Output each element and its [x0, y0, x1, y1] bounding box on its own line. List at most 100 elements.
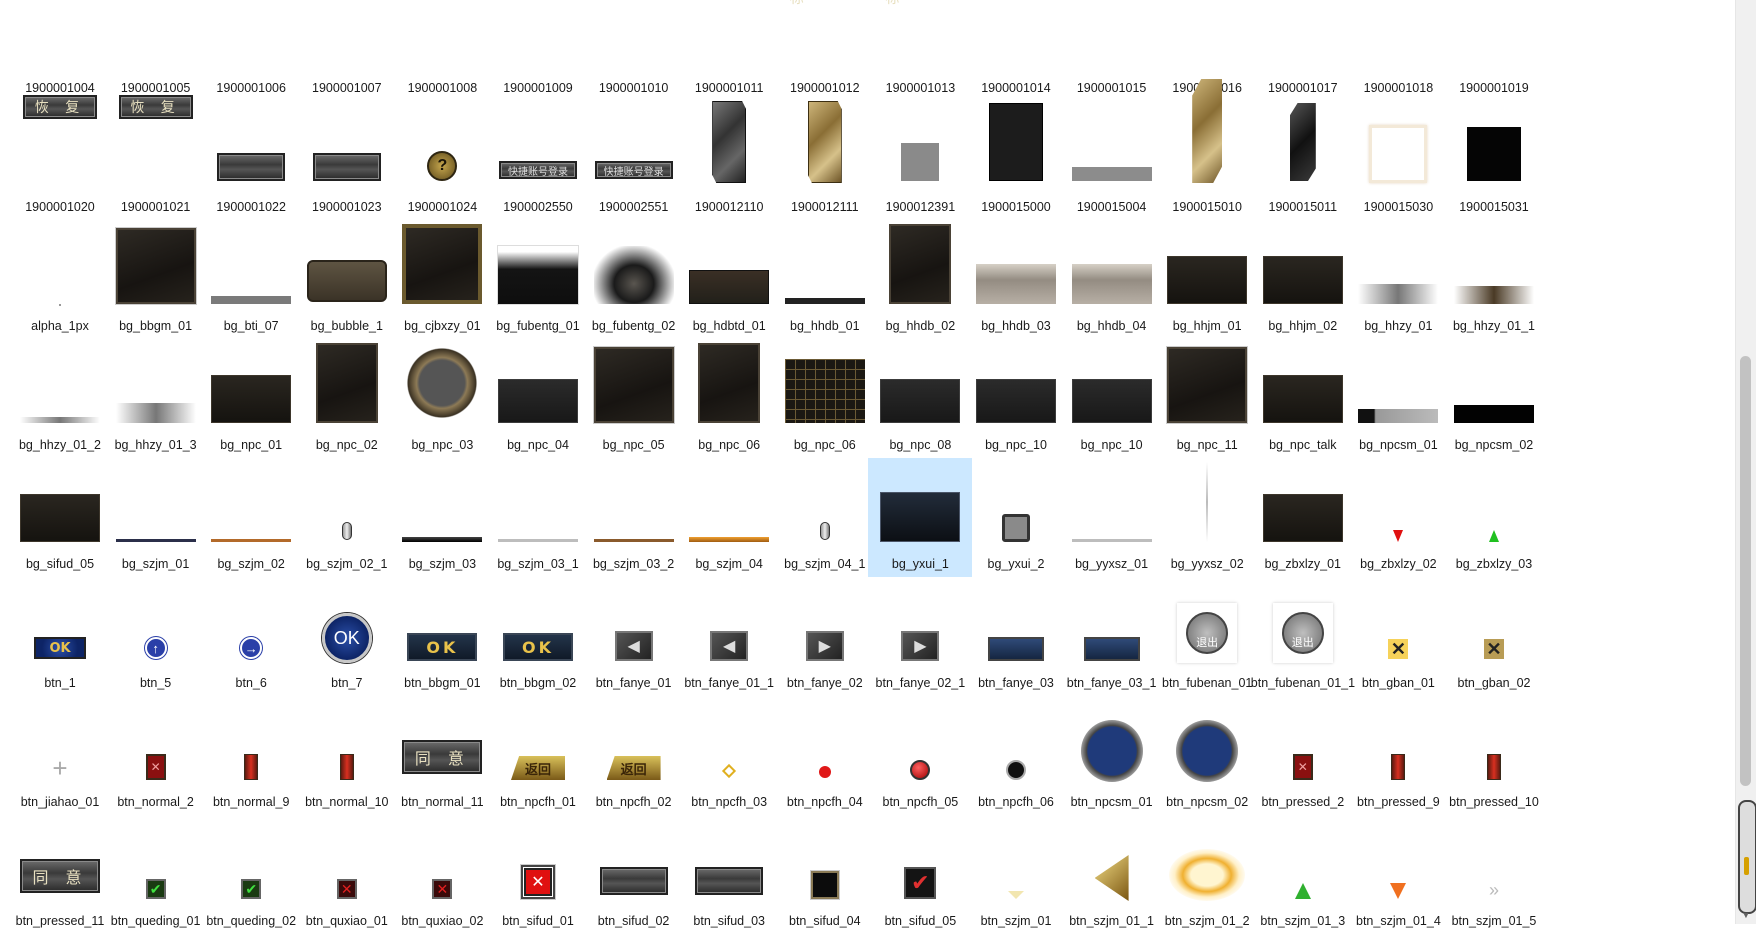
file-tile[interactable]: 不同意1900001008 — [390, 0, 494, 101]
file-tile[interactable]: OK btn_7 — [295, 577, 399, 696]
file-tile[interactable]: bg_bbgm_01 — [104, 220, 208, 339]
file-tile[interactable]: btn_npcfh_05 — [868, 696, 972, 815]
file-tile[interactable]: bg_npc_10 — [964, 339, 1068, 458]
file-tile[interactable]: ✔ btn_queding_02 — [199, 815, 303, 934]
file-tile[interactable]: bg_npc_10 — [1060, 339, 1164, 458]
file-tile[interactable]: ✔ btn_queding_01 — [104, 815, 208, 934]
file-tile[interactable]: ✕ btn_pressed_2 — [1251, 696, 1355, 815]
file-tile[interactable]: bg_npc_08 — [868, 339, 972, 458]
file-tile[interactable]: btn_sifud_04 — [773, 815, 877, 934]
file-tile[interactable]: bg_bti_07 — [199, 220, 303, 339]
file-tile[interactable]: btn_pressed_9 — [1346, 696, 1450, 815]
file-tile[interactable]: 1900015011 — [1251, 101, 1355, 220]
file-tile[interactable]: btn_npcfh_04 — [773, 696, 877, 815]
file-tile[interactable]: btn_szjm_01_4 — [1346, 815, 1450, 934]
file-tile[interactable]: bg_npc_11 — [1155, 339, 1259, 458]
file-tile[interactable]: bg_hhdb_03 — [964, 220, 1068, 339]
file-tile[interactable]: btn_sifud_02 — [582, 815, 686, 934]
file-tile[interactable]: → btn_6 — [199, 577, 303, 696]
file-tile[interactable]: 取 消1900001019 — [1442, 0, 1546, 101]
file-tile[interactable]: ? 1900001024 — [390, 101, 494, 220]
file-tile[interactable]: OK btn_bbgm_01 — [390, 577, 494, 696]
file-tile[interactable]: ✔ btn_sifud_05 — [868, 815, 972, 934]
file-tile[interactable]: bg_szjm_01 — [104, 458, 208, 577]
file-tile[interactable]: bg_npc_02 — [295, 339, 399, 458]
file-tile[interactable]: btn_normal_10 — [295, 696, 399, 815]
file-tile[interactable]: 提 交1900001014 — [964, 0, 1068, 101]
file-tile[interactable]: bg_hhzy_01_1 — [1442, 220, 1546, 339]
file-tile[interactable]: 1900001023 — [295, 101, 399, 220]
file-tile[interactable]: 返回 btn_npcfh_02 — [582, 696, 686, 815]
file-tile[interactable]: btn_sifud_03 — [677, 815, 781, 934]
file-tile[interactable]: btn_npcsm_02 — [1155, 696, 1259, 815]
file-tile[interactable]: OK btn_1 — [8, 577, 112, 696]
file-tile[interactable]: 取 消1900001018 — [1346, 0, 1450, 101]
file-tile[interactable]: bg_npcsm_01 — [1346, 339, 1450, 458]
file-tile[interactable]: 1900012110 — [677, 101, 781, 220]
file-tile[interactable]: bg_hhjm_02 — [1251, 220, 1355, 339]
file-tile[interactable]: bg_hhzy_01_2 — [8, 339, 112, 458]
file-tile[interactable]: bg_szjm_02_1 — [295, 458, 399, 577]
file-tile[interactable]: bg_fubentg_02 — [582, 220, 686, 339]
file-tile[interactable]: 取 消1900001005 — [104, 0, 208, 101]
file-tile[interactable]: bg_cjbxzy_01 — [390, 220, 494, 339]
file-tile[interactable]: ✕ btn_quxiao_02 — [390, 815, 494, 934]
file-tile[interactable]: bg_npc_01 — [199, 339, 303, 458]
file-tile[interactable]: btn_normal_9 — [199, 696, 303, 815]
file-tile[interactable]: btn_npcfh_06 — [964, 696, 1068, 815]
file-tile[interactable]: bg_zbxlzy_02 — [1346, 458, 1450, 577]
file-tile[interactable]: bg_szjm_03 — [390, 458, 494, 577]
file-tile[interactable]: btn_npcsm_01 — [1060, 696, 1164, 815]
file-tile[interactable]: bg_npc_04 — [486, 339, 590, 458]
file-tile[interactable]: 传 送1900001011 — [677, 0, 781, 101]
file-tile[interactable]: bg_yxui_2 — [964, 458, 1068, 577]
file-tile[interactable]: bg_hdbtd_01 — [677, 220, 781, 339]
file-tile[interactable]: bg_yyxsz_01 — [1060, 458, 1164, 577]
file-tile[interactable]: btn_szjm_01_1 — [1060, 815, 1164, 934]
file-tile[interactable]: btn_szjm_01_2 — [1155, 815, 1259, 934]
file-tile[interactable]: bg_zbxlzy_01 — [1251, 458, 1355, 577]
file-tile[interactable]: bg_npc_05 — [582, 339, 686, 458]
file-tile[interactable]: ◀ btn_fanye_01_1 — [677, 577, 781, 696]
file-tile[interactable]: ✕ btn_gban_02 — [1442, 577, 1546, 696]
file-tile[interactable]: bg_npc_06 — [677, 339, 781, 458]
file-tile[interactable]: ↑ btn_5 — [104, 577, 208, 696]
file-tile[interactable]: 快捷账号登录 1900002550 — [486, 101, 590, 220]
file-tile[interactable]: alpha_1px — [8, 220, 112, 339]
file-tile[interactable]: btn_npcfh_03 — [677, 696, 781, 815]
file-tile[interactable]: bg_szjm_03_1 — [486, 458, 590, 577]
file-tile[interactable]: ✕ btn_normal_2 — [104, 696, 208, 815]
file-tile[interactable]: 1900012111 — [773, 101, 877, 220]
file-tile[interactable]: btn_pressed_10 — [1442, 696, 1546, 815]
file-tile[interactable]: 1900015000 — [964, 101, 1068, 220]
file-tile[interactable]: 1900001022 — [199, 101, 303, 220]
file-tile[interactable]: bg_npc_03 — [390, 339, 494, 458]
file-tile[interactable]: ▶ btn_fanye_02_1 — [868, 577, 972, 696]
file-tile[interactable]: 记录坐标 1900001013 — [868, 0, 972, 101]
file-tile[interactable]: ✕ btn_gban_01 — [1346, 577, 1450, 696]
file-tile[interactable]: 同 意1900001006 — [199, 0, 303, 101]
file-tile[interactable]: btn_fanye_03_1 — [1060, 577, 1164, 696]
file-tile[interactable]: 同 意 btn_pressed_11 — [8, 815, 112, 934]
file-tile[interactable]: 同 意1900001007 — [295, 0, 399, 101]
file-tile[interactable]: 同 意 btn_normal_11 — [390, 696, 494, 815]
file-tile[interactable]: 不同意1900001009 — [486, 0, 590, 101]
file-tile[interactable]: 1900015010 — [1155, 79, 1259, 220]
file-tile[interactable]: bg_zbxlzy_03 — [1442, 458, 1546, 577]
file-tile[interactable]: bg_szjm_04_1 — [773, 458, 877, 577]
file-tile[interactable]: bg_npc_talk — [1251, 339, 1355, 458]
scrollbar-thumb[interactable] — [1740, 356, 1751, 786]
file-tile[interactable]: btn_szjm_01 — [964, 815, 1068, 934]
file-tile[interactable]: bg_npc_06 — [773, 339, 877, 458]
file-tile[interactable]: 取 消1900001004 — [8, 0, 112, 101]
file-tile[interactable]: 传 送1900001010 — [582, 0, 686, 101]
file-tile[interactable]: bg_yyxsz_02 — [1155, 458, 1259, 577]
file-tile[interactable]: + btn_jiahao_01 — [8, 696, 112, 815]
file-tile[interactable]: bg_sifud_05 — [8, 458, 112, 577]
file-tile[interactable]: 记录坐标 1900001012 — [773, 0, 877, 101]
file-tile[interactable]: bg_yxui_1 — [868, 458, 973, 577]
file-tile[interactable]: bg_szjm_02 — [199, 458, 303, 577]
file-tile[interactable]: btn_fanye_03 — [964, 577, 1068, 696]
file-tile[interactable]: bg_npcsm_02 — [1442, 339, 1546, 458]
file-tile[interactable]: bg_szjm_03_2 — [582, 458, 686, 577]
